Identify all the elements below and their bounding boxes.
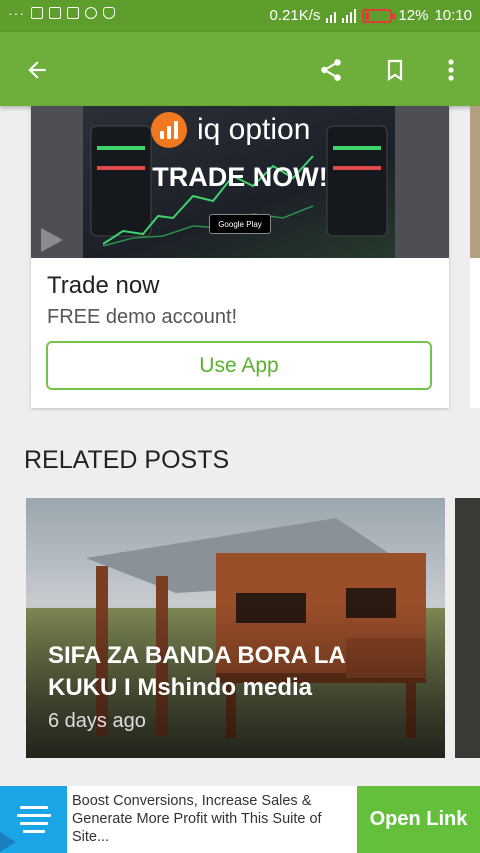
ad-headline-image-text: TRADE NOW! — [152, 162, 328, 192]
whatsapp-icon — [85, 7, 97, 19]
battery-icon — [362, 8, 396, 23]
gmail-icon — [67, 7, 79, 19]
post-title: SIFA ZA BANDA BORA LA KUKU I Mshindo med… — [48, 642, 345, 701]
open-link-button[interactable]: Open Link — [357, 786, 480, 853]
adchoices-icon[interactable] — [0, 832, 16, 852]
bookmark-icon — [387, 59, 403, 82]
share-icon — [321, 59, 341, 81]
banner-ad[interactable]: Boost Conversions, Increase Sales & Gene… — [0, 786, 480, 853]
shield-icon — [103, 7, 115, 19]
status-right: 0.21K/s 12% 10:10 — [270, 7, 472, 24]
arrow-back-icon — [28, 61, 46, 79]
ad-subtitle: FREE demo account! — [47, 306, 238, 328]
status-bar: ··· 0.21K/s 12% 10:10 — [0, 0, 480, 32]
battery-percent: 12% — [398, 7, 429, 24]
bookmark-button[interactable] — [375, 50, 415, 90]
ad-image[interactable]: iq option TRADE NOW! Google Play — [31, 106, 449, 258]
banner-ad-text: Boost Conversions, Increase Sales & Gene… — [72, 793, 322, 845]
more-dots-icon: ··· — [8, 5, 25, 21]
phone-icon — [31, 7, 43, 19]
video-play-icon — [41, 228, 63, 252]
net-speed: 0.21K/s — [269, 7, 321, 24]
use-app-button[interactable]: Use App — [46, 341, 432, 390]
next-post-card-peek[interactable] — [455, 498, 480, 758]
signal-icon — [326, 8, 357, 23]
related-posts-heading: RELATED POSTS — [24, 446, 230, 474]
clock: 10:10 — [434, 7, 472, 24]
post-timestamp: 6 days ago — [48, 710, 146, 732]
status-left: ··· — [8, 5, 115, 21]
share-button[interactable] — [311, 50, 351, 90]
app-bar — [0, 32, 480, 106]
image-icon — [49, 7, 61, 19]
next-card-peek[interactable] — [470, 106, 480, 258]
related-post-card[interactable]: SIFA ZA BANDA BORA LA KUKU I Mshindo med… — [26, 498, 445, 758]
google-play-badge: Google Play — [209, 214, 271, 234]
battery-fill — [365, 11, 369, 20]
back-button[interactable] — [17, 50, 57, 90]
iq-logo-mark — [151, 112, 187, 148]
brand-name: iq option — [197, 113, 311, 146]
next-card-peek-body — [470, 258, 480, 408]
overflow-menu-button[interactable] — [431, 50, 471, 90]
more-vert-icon — [448, 59, 454, 81]
sponsored-ad-card[interactable]: iq option TRADE NOW! Google Play Trade n… — [31, 106, 449, 408]
iq-option-logo: iq option — [151, 112, 310, 148]
ad-title: Trade now — [47, 272, 160, 299]
